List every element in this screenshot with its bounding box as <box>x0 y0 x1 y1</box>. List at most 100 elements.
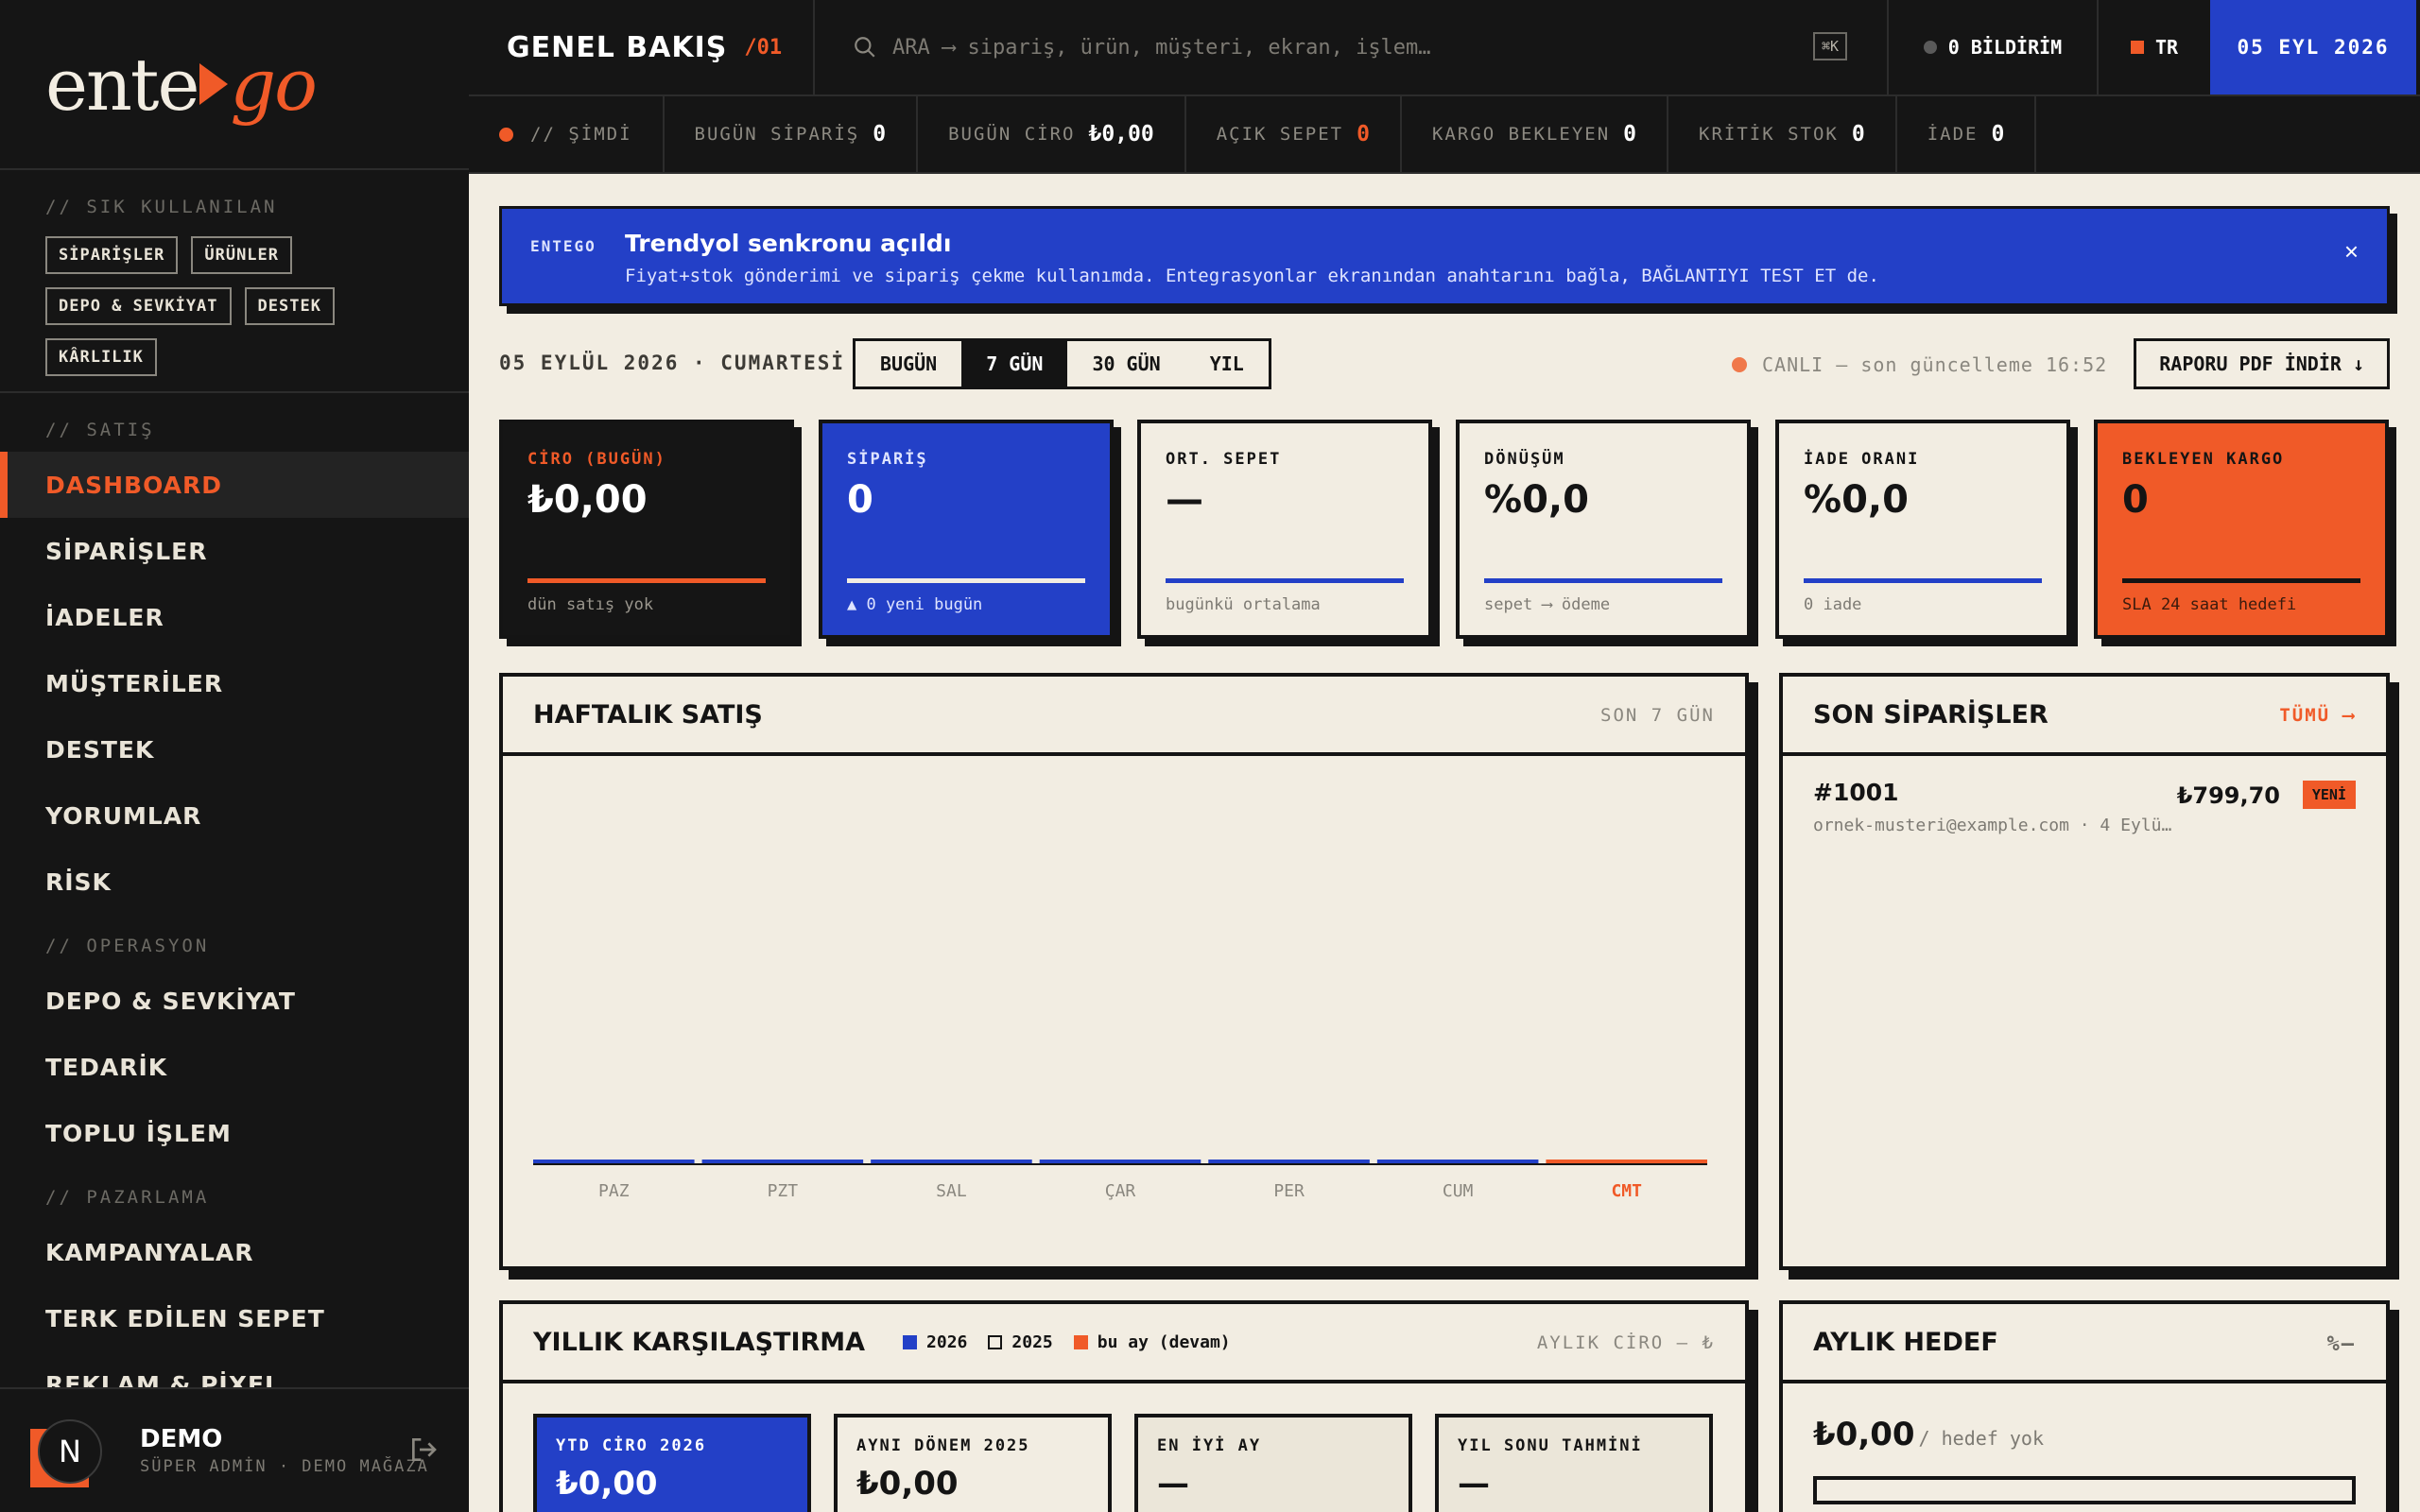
current-date: 05 EYLÜL 2026 · CUMARTESİ <box>499 352 846 374</box>
sidebar-nav: // SATIŞ DASHBOARD SİPARİŞLER İADELER MÜ… <box>0 420 469 1418</box>
range-today[interactable]: BUGÜN <box>856 341 961 387</box>
legend-swatch-2025 <box>988 1334 1003 1349</box>
card-value: — <box>1458 1465 1490 1503</box>
live-dot-icon <box>499 127 513 142</box>
kpi-conversion[interactable]: DÖNÜŞÜM %0,0 sepet ⟶ ödeme <box>1456 420 1751 639</box>
weekly-sales-panel: HAFTALIK SATIŞ SON 7 GÜN PAZ PZT SAL ÇAR PER… <box>499 673 1749 1270</box>
kpi-bar <box>1804 578 2042 583</box>
sidebar-item-support[interactable]: DESTEK <box>0 716 469 782</box>
chart-tick-label-5: CUM <box>1443 1181 1474 1201</box>
quick-chip-orders[interactable]: SİPARİŞLER <box>45 236 179 274</box>
kpi-pending-cargo[interactable]: BEKLEYEN KARGO 0 SLA 24 saat hedefi <box>2094 420 2389 639</box>
kpi-value: ₺0,00 <box>527 478 648 522</box>
search-input[interactable]: ARA ⟶ sipariş, ürün, müşteri, ekran, işl… <box>815 0 1889 94</box>
card-value: — <box>1157 1465 1189 1503</box>
status-badge: YENİ <box>2302 781 2356 809</box>
stat-today-orders[interactable]: BUGÜN SİPARİŞ 0 <box>665 96 919 172</box>
quick-chip-support[interactable]: DESTEK <box>244 287 335 325</box>
sidebar-item-supply[interactable]: TEDARİK <box>0 1034 469 1100</box>
download-pdf-button[interactable]: RAPORU PDF İNDİR ↓ <box>2134 338 2390 389</box>
target-value: ₺0,00 <box>1813 1416 1915 1453</box>
range-7-days[interactable]: 7 GÜN <box>961 341 1068 387</box>
banner-title: Trendyol senkronu açıldı <box>625 230 952 257</box>
list-item[interactable]: #1001 ornek-musteri@example.com · 4 Eylü… <box>1813 779 2356 854</box>
sidebar-item-dashboard[interactable]: DASHBOARD <box>0 452 469 518</box>
sidebar-item-reviews[interactable]: YORUMLAR <box>0 782 469 849</box>
quick-chip-warehouse[interactable]: DEPO & SEVKİYAT <box>45 287 232 325</box>
stat-cargo-pending[interactable]: KARGO BEKLEYEN 0 <box>1402 96 1668 172</box>
sidebar-item-bulk[interactable]: TOPLU İŞLEM <box>0 1100 469 1166</box>
search-placeholder: ARA ⟶ sipariş, ürün, müşteri, ekran, işl… <box>892 35 1431 60</box>
card-label: EN İYİ AY <box>1157 1436 1262 1455</box>
nav-group-marketing: // PAZARLAMA KAMPANYALAR TERK EDİLEN SEP… <box>0 1187 469 1418</box>
stat-value: ₺0,00 <box>1088 122 1154 146</box>
stat-value: 0 <box>1357 122 1370 146</box>
banner-description: Fiyat+stok gönderimi ve sipariş çekme ku… <box>625 266 1879 286</box>
banner-tag: ENTEGO <box>530 237 596 255</box>
notifications-button[interactable]: 0 BİLDİRİM <box>1889 0 2099 94</box>
kpi-note: bugünkü ortalama <box>1166 595 1321 614</box>
language-button[interactable]: TR <box>2099 0 2210 94</box>
stat-critical-stock[interactable]: KRİTİK STOK 0 <box>1668 96 1897 172</box>
avatar-wrap: N <box>30 1419 102 1487</box>
kpi-value: — <box>1166 478 1203 522</box>
monthly-target-panel: AYLIK HEDEF %— ₺0,00/ hedef yok <box>1779 1300 2390 1512</box>
panel-header: YILLIK KARŞILAŞTIRMA 2026 2025 bu ay (de… <box>503 1304 1745 1383</box>
percent-icon[interactable]: %— <box>2327 1332 2357 1356</box>
panel-title: AYLIK HEDEF <box>1813 1327 1998 1357</box>
panel-unit: AYLIK CİRO — ₺ <box>1536 1332 1715 1353</box>
user-role: SÜPER ADMİN · DEMO MAĞAZA <box>140 1457 429 1476</box>
kpi-note: SLA 24 saat hedefi <box>2122 595 2297 614</box>
sidebar-item-warehouse[interactable]: DEPO & SEVKİYAT <box>0 968 469 1034</box>
kpi-revenue-today[interactable]: CİRO (BUGÜN) ₺0,00 dün satış yok <box>499 420 794 639</box>
card-value: ₺0,00 <box>856 1465 959 1503</box>
sidebar-item-returns[interactable]: İADELER <box>0 584 469 650</box>
close-icon[interactable]: × <box>2344 237 2359 266</box>
quick-access-label: // SIK KULLANILAN <box>45 197 278 217</box>
logo[interactable]: ente go <box>0 0 469 170</box>
kpi-bar <box>847 578 1085 583</box>
yearly-comparison-panel: YILLIK KARŞILAŞTIRMA 2026 2025 bu ay (de… <box>499 1300 1749 1512</box>
kpi-avg-basket[interactable]: ORT. SEPET — bugünkü ortalama <box>1137 420 1432 639</box>
sidebar-item-risk[interactable]: RİSK <box>0 849 469 915</box>
avatar[interactable]: N <box>38 1419 102 1484</box>
live-status-text: CANLI — son güncelleme 16:52 <box>1762 353 2108 376</box>
kpi-note: dün satış yok <box>527 595 654 614</box>
quick-chip-profitability[interactable]: KÂRLILIK <box>45 338 157 376</box>
panel-header: HAFTALIK SATIŞ SON 7 GÜN <box>503 677 1745 756</box>
ytd-revenue-card: YTD CİRO 2026 ₺0,00 <box>533 1414 811 1512</box>
logo-arrow-icon <box>199 63 229 105</box>
stat-value: 0 <box>1623 122 1636 146</box>
chart-tick-label-1: PZT <box>768 1181 799 1201</box>
sidebar-item-orders[interactable]: SİPARİŞLER <box>0 518 469 584</box>
logout-icon[interactable] <box>408 1435 439 1465</box>
nav-group-label: // SATIŞ <box>45 420 155 440</box>
kpi-return-rate[interactable]: İADE ORANI %0,0 0 iade <box>1775 420 2070 639</box>
sidebar-item-campaigns[interactable]: KAMPANYALAR <box>0 1219 469 1285</box>
stat-label: KRİTİK STOK <box>1699 124 1839 145</box>
weekly-sales-chart: PAZ PZT SAL ÇAR PER CUM CMT <box>533 1160 1707 1201</box>
stat-returns[interactable]: İADE 0 <box>1897 96 2037 172</box>
notifications-label: 0 BİLDİRİM <box>1947 36 2063 59</box>
stat-open-cart[interactable]: AÇIK SEPET 0 <box>1186 96 1402 172</box>
card-label: AYNI DÖNEM 2025 <box>856 1436 1030 1455</box>
stat-now: // ŞİMDİ <box>469 96 665 172</box>
stat-label: BUGÜN CİRO <box>948 124 1076 145</box>
sidebar: ente go // SIK KULLANILAN SİPARİŞLER ÜRÜ… <box>0 0 469 1512</box>
logo-text-ente: ente <box>45 42 199 127</box>
sidebar-item-customers[interactable]: MÜŞTERİLER <box>0 650 469 716</box>
panel-header: SON SİPARİŞLER TÜMÜ ⟶ <box>1783 677 2386 756</box>
stat-today-revenue[interactable]: BUGÜN CİRO ₺0,00 <box>918 96 1186 172</box>
recent-orders-panel: SON SİPARİŞLER TÜMÜ ⟶ #1001 ornek-muster… <box>1779 673 2390 1270</box>
user-panel: N DEMO SÜPER ADMİN · DEMO MAĞAZA <box>0 1387 469 1512</box>
quick-chip-products[interactable]: ÜRÜNLER <box>191 236 293 274</box>
view-all-link[interactable]: TÜMÜ ⟶ <box>2279 705 2356 726</box>
stat-value: 0 <box>1991 122 2005 146</box>
kpi-orders[interactable]: SİPARİŞ 0 ▲ 0 yeni bugün <box>819 420 1114 639</box>
top-date[interactable]: 05 EYL 2026 <box>2210 0 2416 94</box>
range-30-days[interactable]: 30 GÜN <box>1067 341 1184 387</box>
order-amount: ₺799,70 <box>2176 782 2280 809</box>
range-year[interactable]: YIL <box>1185 341 1269 387</box>
sidebar-item-abandoned-cart[interactable]: TERK EDİLEN SEPET <box>0 1285 469 1351</box>
stat-label: KARGO BEKLEYEN <box>1431 124 1611 145</box>
